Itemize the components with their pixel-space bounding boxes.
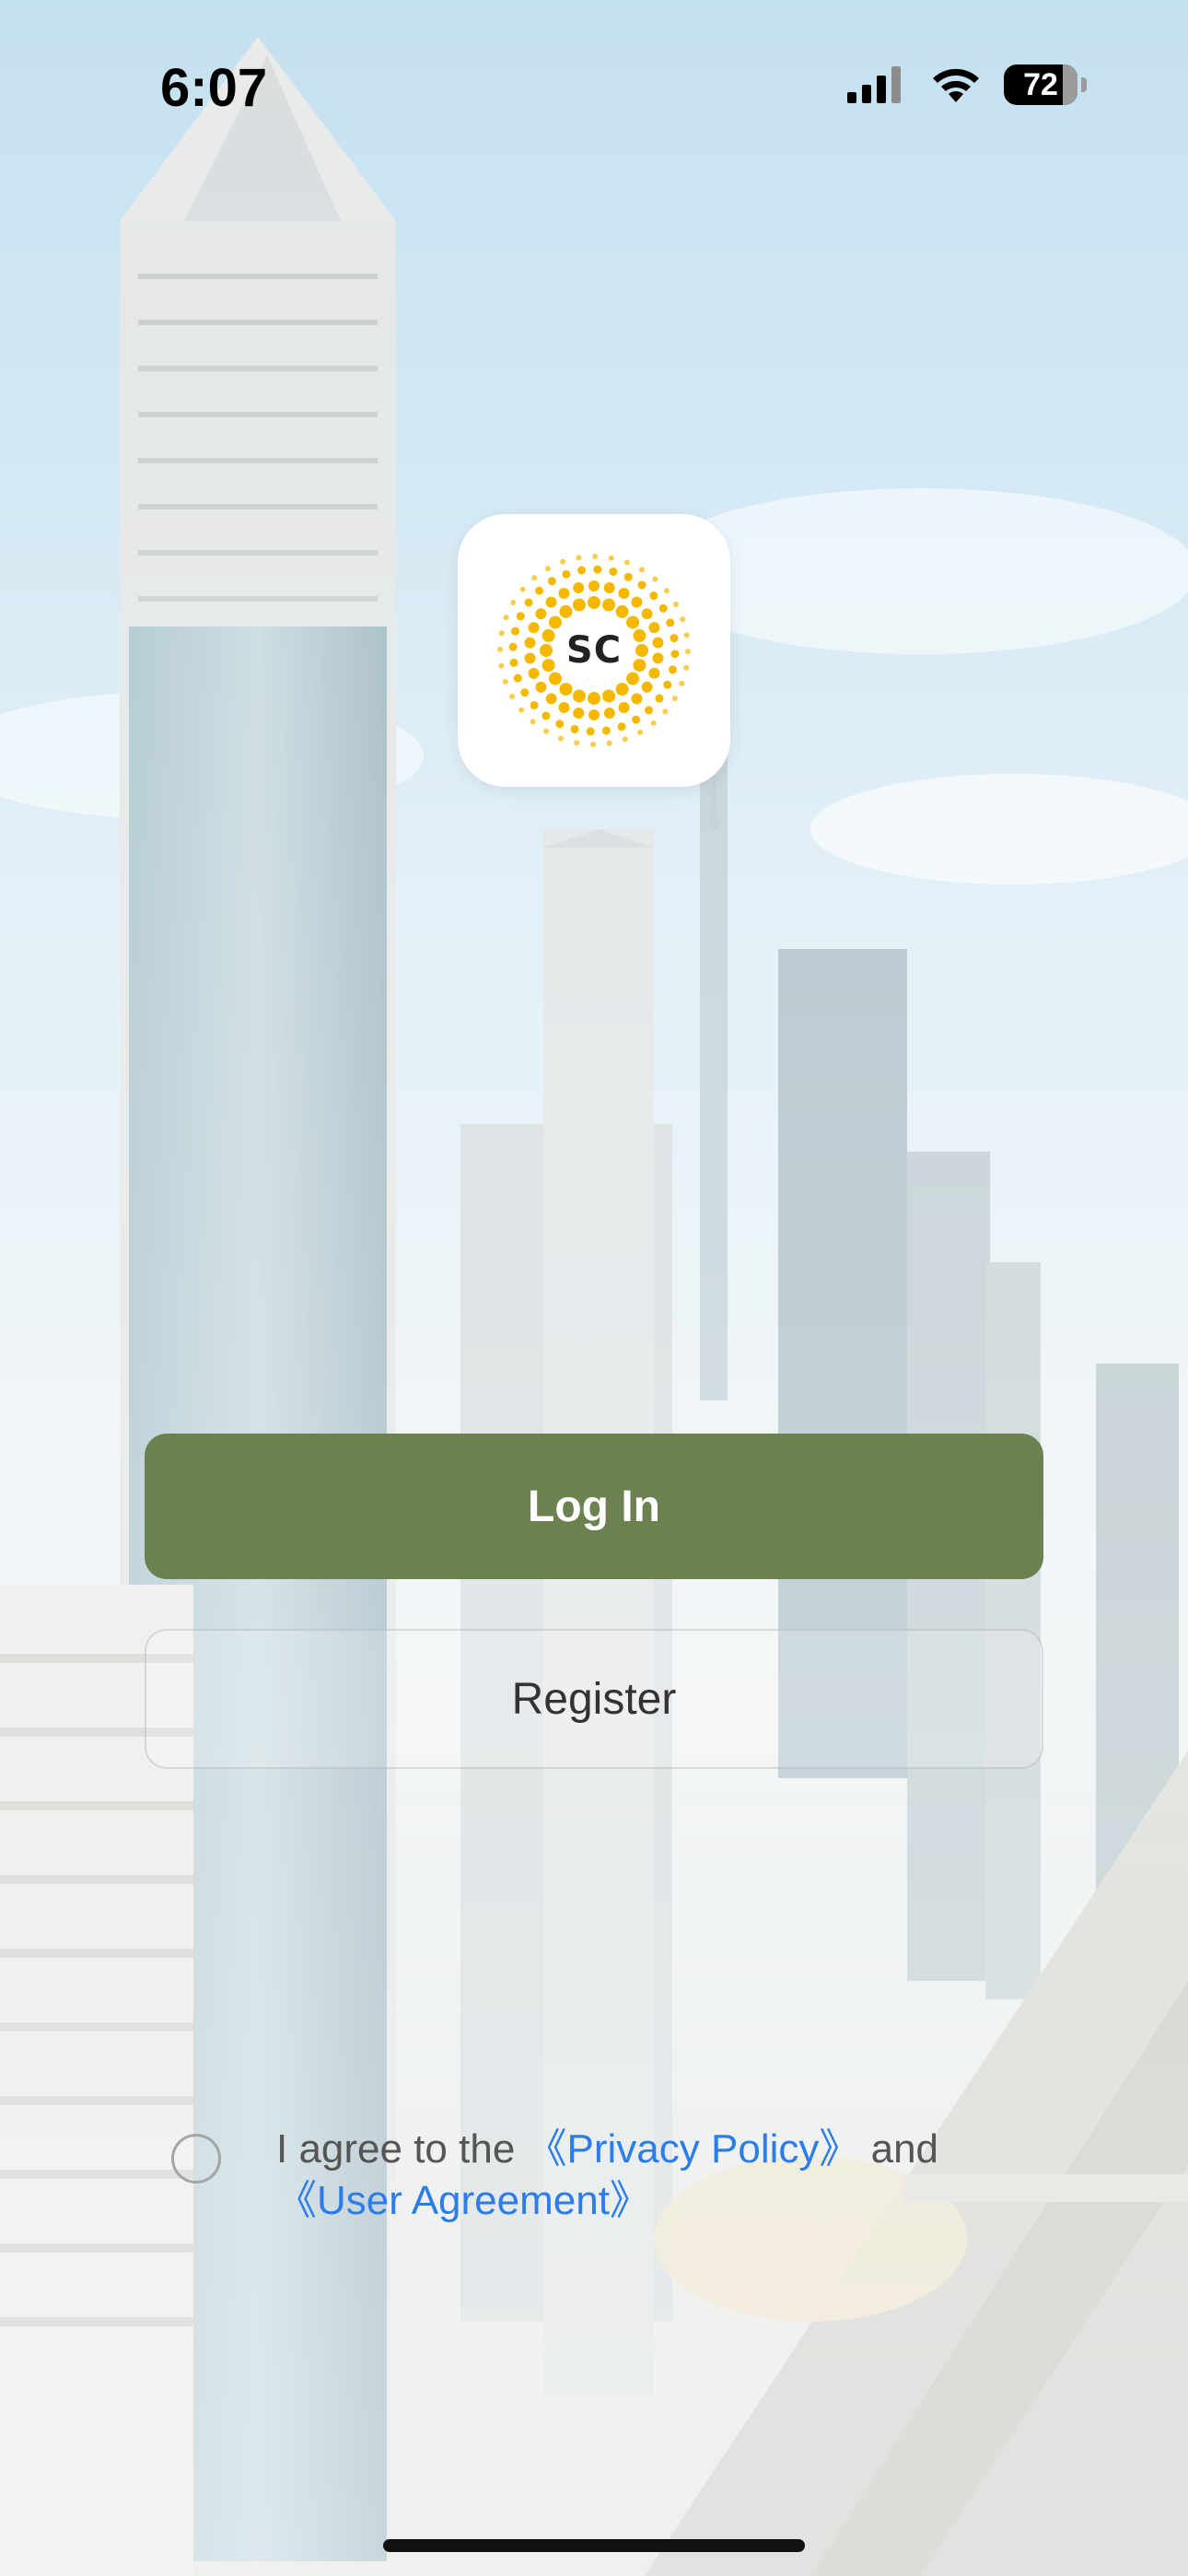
user-agreement-link[interactable]: 《User Agreement》 — [276, 2178, 650, 2223]
agreement-text: I agree to the 《Privacy Policy》 and 《Use… — [276, 2124, 1031, 2227]
agreement-prefix: I agree to the — [276, 2126, 527, 2172]
home-indicator — [383, 2539, 805, 2552]
register-button[interactable]: Register — [145, 1629, 1043, 1769]
cellular-signal-icon — [847, 66, 901, 103]
app-logo: SC — [458, 514, 730, 787]
login-button[interactable]: Log In — [145, 1434, 1043, 1579]
logo-text: SC — [565, 629, 623, 672]
battery-icon: 72 — [1004, 64, 1077, 105]
battery-level: 72 — [1023, 66, 1058, 102]
agree-checkbox[interactable] — [171, 2134, 221, 2184]
wifi-icon — [933, 68, 979, 102]
status-time: 6:07 — [160, 58, 268, 118]
status-icons: 72 — [847, 64, 1087, 105]
privacy-policy-link[interactable]: 《Privacy Policy》 — [527, 2126, 860, 2172]
battery-tip — [1081, 77, 1087, 92]
agreement-middle: and — [859, 2126, 939, 2172]
